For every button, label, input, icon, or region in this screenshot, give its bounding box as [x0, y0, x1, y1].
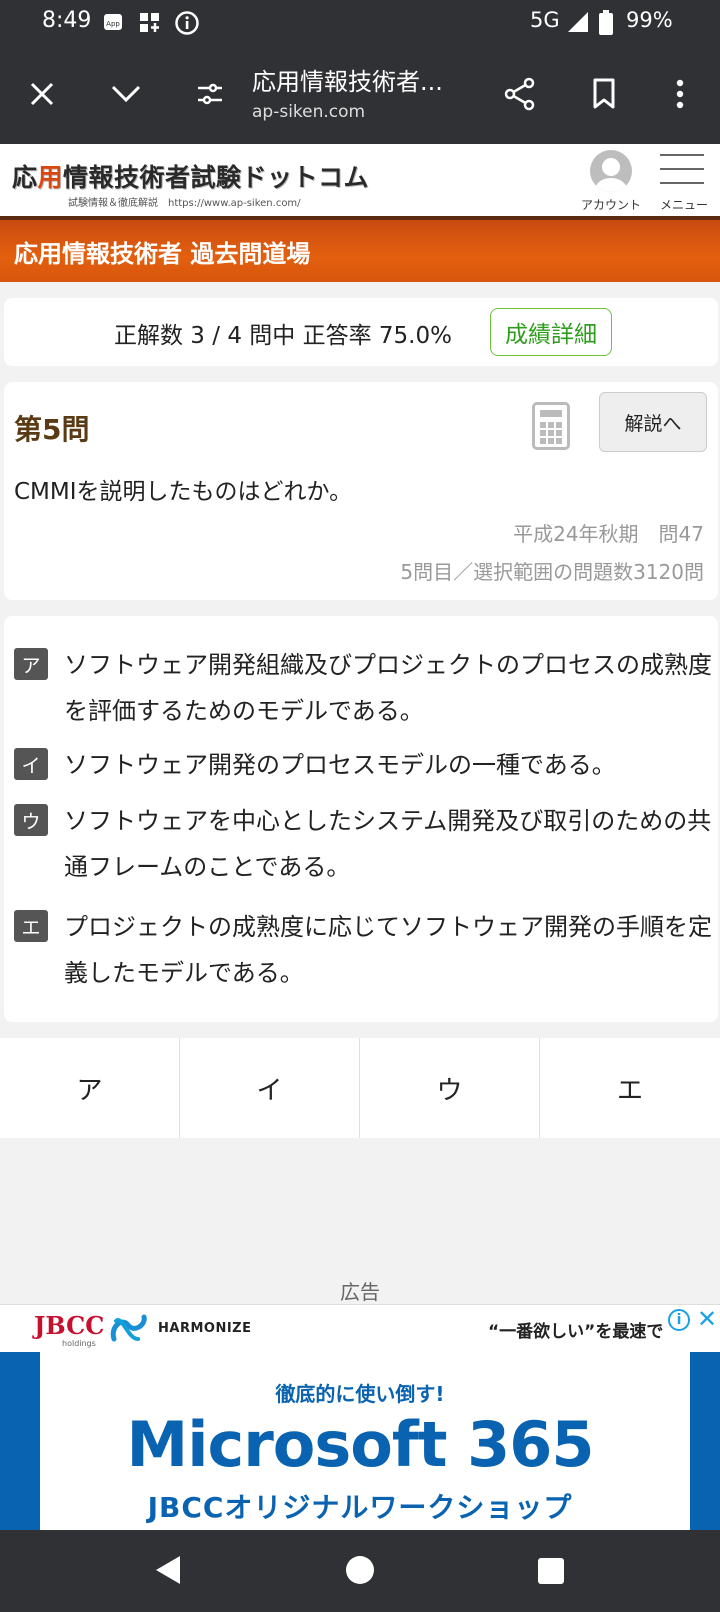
question-text: CMMIを説明したものはどれか。: [14, 479, 353, 505]
question-card: 第5問 解説へ CMMIを説明したものはどれか。 平成24年秋期 問47 5問目…: [4, 382, 718, 600]
site-settings-icon: [198, 83, 222, 105]
status-bar: 8:49 App 5G 99%: [0, 0, 720, 44]
ad-subline: JBCCオリジナルワークショップ: [147, 1491, 573, 1524]
choice-text: ソフトウェア開発組織及びプロジェクトのプロセスの成熟度を評価するためのモデルであ…: [64, 651, 712, 725]
answer-button-u[interactable]: ウ: [360, 1038, 540, 1138]
logo-prefix: 応: [12, 163, 38, 192]
share-icon: [504, 77, 535, 111]
widget-icon: [138, 10, 162, 34]
home-icon[interactable]: [346, 1556, 374, 1584]
choice-mark: エ: [14, 910, 48, 942]
ad-header[interactable]: JBCC holdings HARMONIZE “一番欲しい”を最速で i ✕: [0, 1304, 720, 1352]
menu-label: メニュー: [659, 198, 708, 212]
system-nav-bar: [0, 1530, 720, 1612]
answer-button-e[interactable]: エ: [540, 1038, 720, 1138]
recent-apps-icon[interactable]: [538, 1558, 564, 1584]
battery-icon: [598, 10, 622, 35]
section-banner: 応用情報技術者 過去問道場: [0, 216, 720, 282]
answer-button-i[interactable]: イ: [180, 1038, 360, 1138]
battery-percent: 99%: [626, 8, 673, 32]
chevron-down-icon: [111, 85, 141, 103]
question-source: 平成24年秋期 問47: [513, 522, 704, 546]
browser-toolbar: 応用情報技術者... ap-siken.com: [0, 44, 720, 144]
info-icon: [174, 10, 199, 35]
choice-mark: ウ: [14, 804, 48, 836]
ad-label: 広告: [340, 1280, 380, 1304]
ad-brand-jbcc: JBCC: [34, 1311, 105, 1340]
ad-tagline: 徹底的に使い倒す!: [275, 1382, 445, 1406]
page-url[interactable]: ap-siken.com: [252, 102, 365, 122]
score-detail-button[interactable]: 成績詳細: [490, 308, 612, 356]
answer-buttons: ア イ ウ エ: [0, 1038, 720, 1138]
ad-brand-harmonize: HARMONIZE: [158, 1321, 252, 1336]
choice-mark: ア: [14, 648, 48, 680]
site-header: 応用情報技術者試験ドットコム 試験情報＆徹底解説 https://www.ap-…: [0, 144, 720, 216]
page-title[interactable]: 応用情報技術者...: [252, 62, 443, 97]
score-summary: 正解数 3 / 4 問中 正答率 75.0%: [114, 323, 452, 349]
ad-close-icon[interactable]: ✕: [694, 1305, 720, 1333]
question-number: 第5問: [14, 413, 90, 446]
choices-card: ア ソフトウェア開発組織及びプロジェクトのプロセスの成熟度を評価するためのモデル…: [4, 616, 718, 1022]
account-label: アカウント: [580, 198, 641, 212]
site-settings-button[interactable]: [186, 70, 234, 118]
logo-subtitle: 試験情報＆徹底解説 https://www.ap-siken.com/: [68, 198, 301, 209]
ad-brand-jbcc-sub: holdings: [62, 1339, 96, 1348]
question-progress: 5問目／選択範囲の問題数3120問: [400, 560, 704, 584]
calculator-icon[interactable]: [532, 402, 570, 450]
ad-top-copy: “一番欲しい”を最速で: [488, 1322, 664, 1342]
score-card: 正解数 3 / 4 問中 正答率 75.0% 成績詳細: [4, 298, 718, 366]
banner-title: 応用情報技術者 過去問道場: [14, 240, 311, 268]
choice-text: ソフトウェアを中心としたシステム開発及び取引のための共通フレームのことである。: [64, 807, 712, 881]
site-logo[interactable]: 応用情報技術者試験ドットコム: [12, 158, 369, 194]
logo-rest: 情報技術者試験ドットコム: [63, 163, 370, 192]
answer-button-a[interactable]: ア: [0, 1038, 180, 1138]
close-icon: [30, 82, 54, 106]
minimize-button[interactable]: [102, 70, 150, 118]
account-icon: [590, 150, 632, 192]
more-options-button[interactable]: [656, 70, 704, 118]
app-notification-icon: App: [102, 10, 126, 34]
svg-text:App: App: [106, 20, 120, 28]
back-icon[interactable]: [156, 1556, 180, 1584]
ad-banner[interactable]: 徹底的に使い倒す! Microsoft 365 JBCCオリジナルワークショップ: [0, 1352, 720, 1530]
status-time: 8:49: [42, 8, 92, 33]
logo-highlight: 用: [37, 163, 64, 192]
menu-button[interactable]: メニュー: [654, 154, 714, 212]
close-tab-button[interactable]: [18, 70, 66, 118]
choice-text: プロジェクトの成熟度に応じてソフトウェア開発の手順を定義したモデルである。: [64, 913, 712, 987]
more-vert-icon: [676, 79, 684, 109]
explanation-button[interactable]: 解説へ: [599, 392, 707, 452]
bookmark-button[interactable]: [580, 70, 628, 118]
network-type: 5G: [530, 8, 560, 32]
share-button[interactable]: [496, 70, 544, 118]
choice-text: ソフトウェア開発のプロセスモデルの一種である。: [64, 751, 616, 779]
account-button[interactable]: アカウント: [574, 150, 648, 212]
choice-mark: イ: [14, 748, 48, 780]
ad-headline: Microsoft 365: [126, 1408, 595, 1481]
harmonize-logo-icon: [110, 1314, 147, 1342]
ad-info-icon[interactable]: i: [668, 1309, 690, 1331]
bookmark-icon: [593, 78, 615, 109]
signal-icon: [566, 10, 590, 34]
